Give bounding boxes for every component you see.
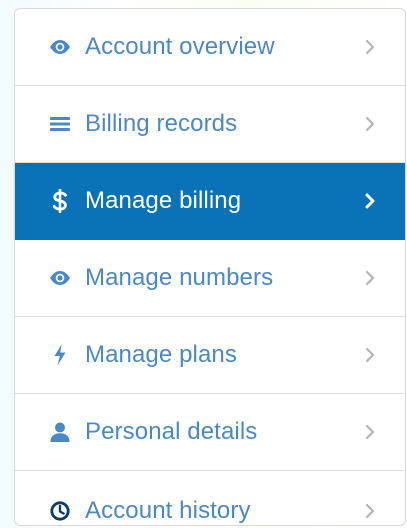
chevron-right-icon [363, 422, 377, 442]
eye-icon [49, 267, 71, 289]
menu-item-label: Personal details [85, 418, 258, 445]
clock-icon [49, 500, 71, 522]
menu-item-label: Manage plans [85, 341, 237, 368]
dollar-icon [49, 189, 71, 213]
chevron-right-icon [363, 114, 377, 134]
menu-item-label: Account history [85, 496, 251, 524]
chevron-right-icon [363, 37, 377, 57]
chevron-right-icon [363, 268, 377, 288]
menu-item-manage-billing[interactable]: Manage billing [15, 163, 405, 240]
user-icon [49, 421, 71, 443]
menu-item-label: Account overview [85, 33, 275, 60]
eye-icon [49, 36, 71, 58]
menu-item-label: Manage numbers [85, 264, 274, 291]
menu-item-manage-numbers[interactable]: Manage numbers [15, 240, 405, 317]
menu-item-account-overview[interactable]: Account overview [15, 9, 405, 86]
menu-item-account-history[interactable]: Account history [15, 471, 405, 525]
menu-item-label: Billing records [85, 110, 238, 137]
chevron-right-icon [363, 345, 377, 365]
chevron-right-icon [363, 191, 377, 211]
lightning-icon [49, 344, 71, 366]
menu-item-billing-records[interactable]: Billing records [15, 86, 405, 163]
menu-item-label: Manage billing [85, 187, 242, 214]
account-nav-menu: Account overview Billing records Manage … [14, 8, 406, 526]
list-icon [49, 113, 71, 135]
chevron-right-icon [363, 501, 377, 521]
menu-item-personal-details[interactable]: Personal details [15, 394, 405, 471]
menu-item-manage-plans[interactable]: Manage plans [15, 317, 405, 394]
